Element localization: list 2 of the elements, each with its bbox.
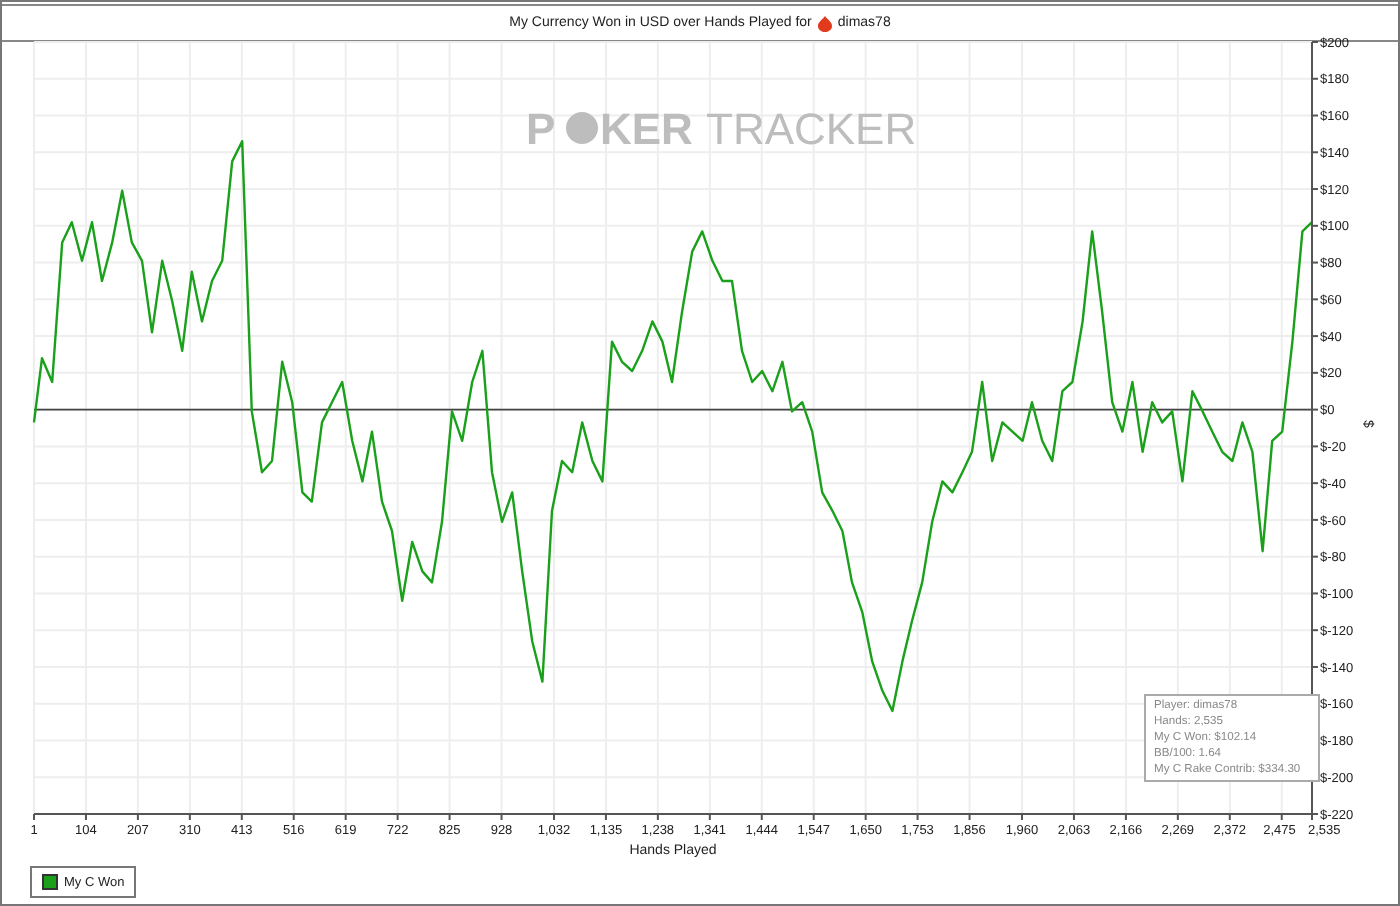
watermark-logo: P KER TRACKER: [526, 104, 917, 154]
legend-swatch: [42, 874, 58, 890]
